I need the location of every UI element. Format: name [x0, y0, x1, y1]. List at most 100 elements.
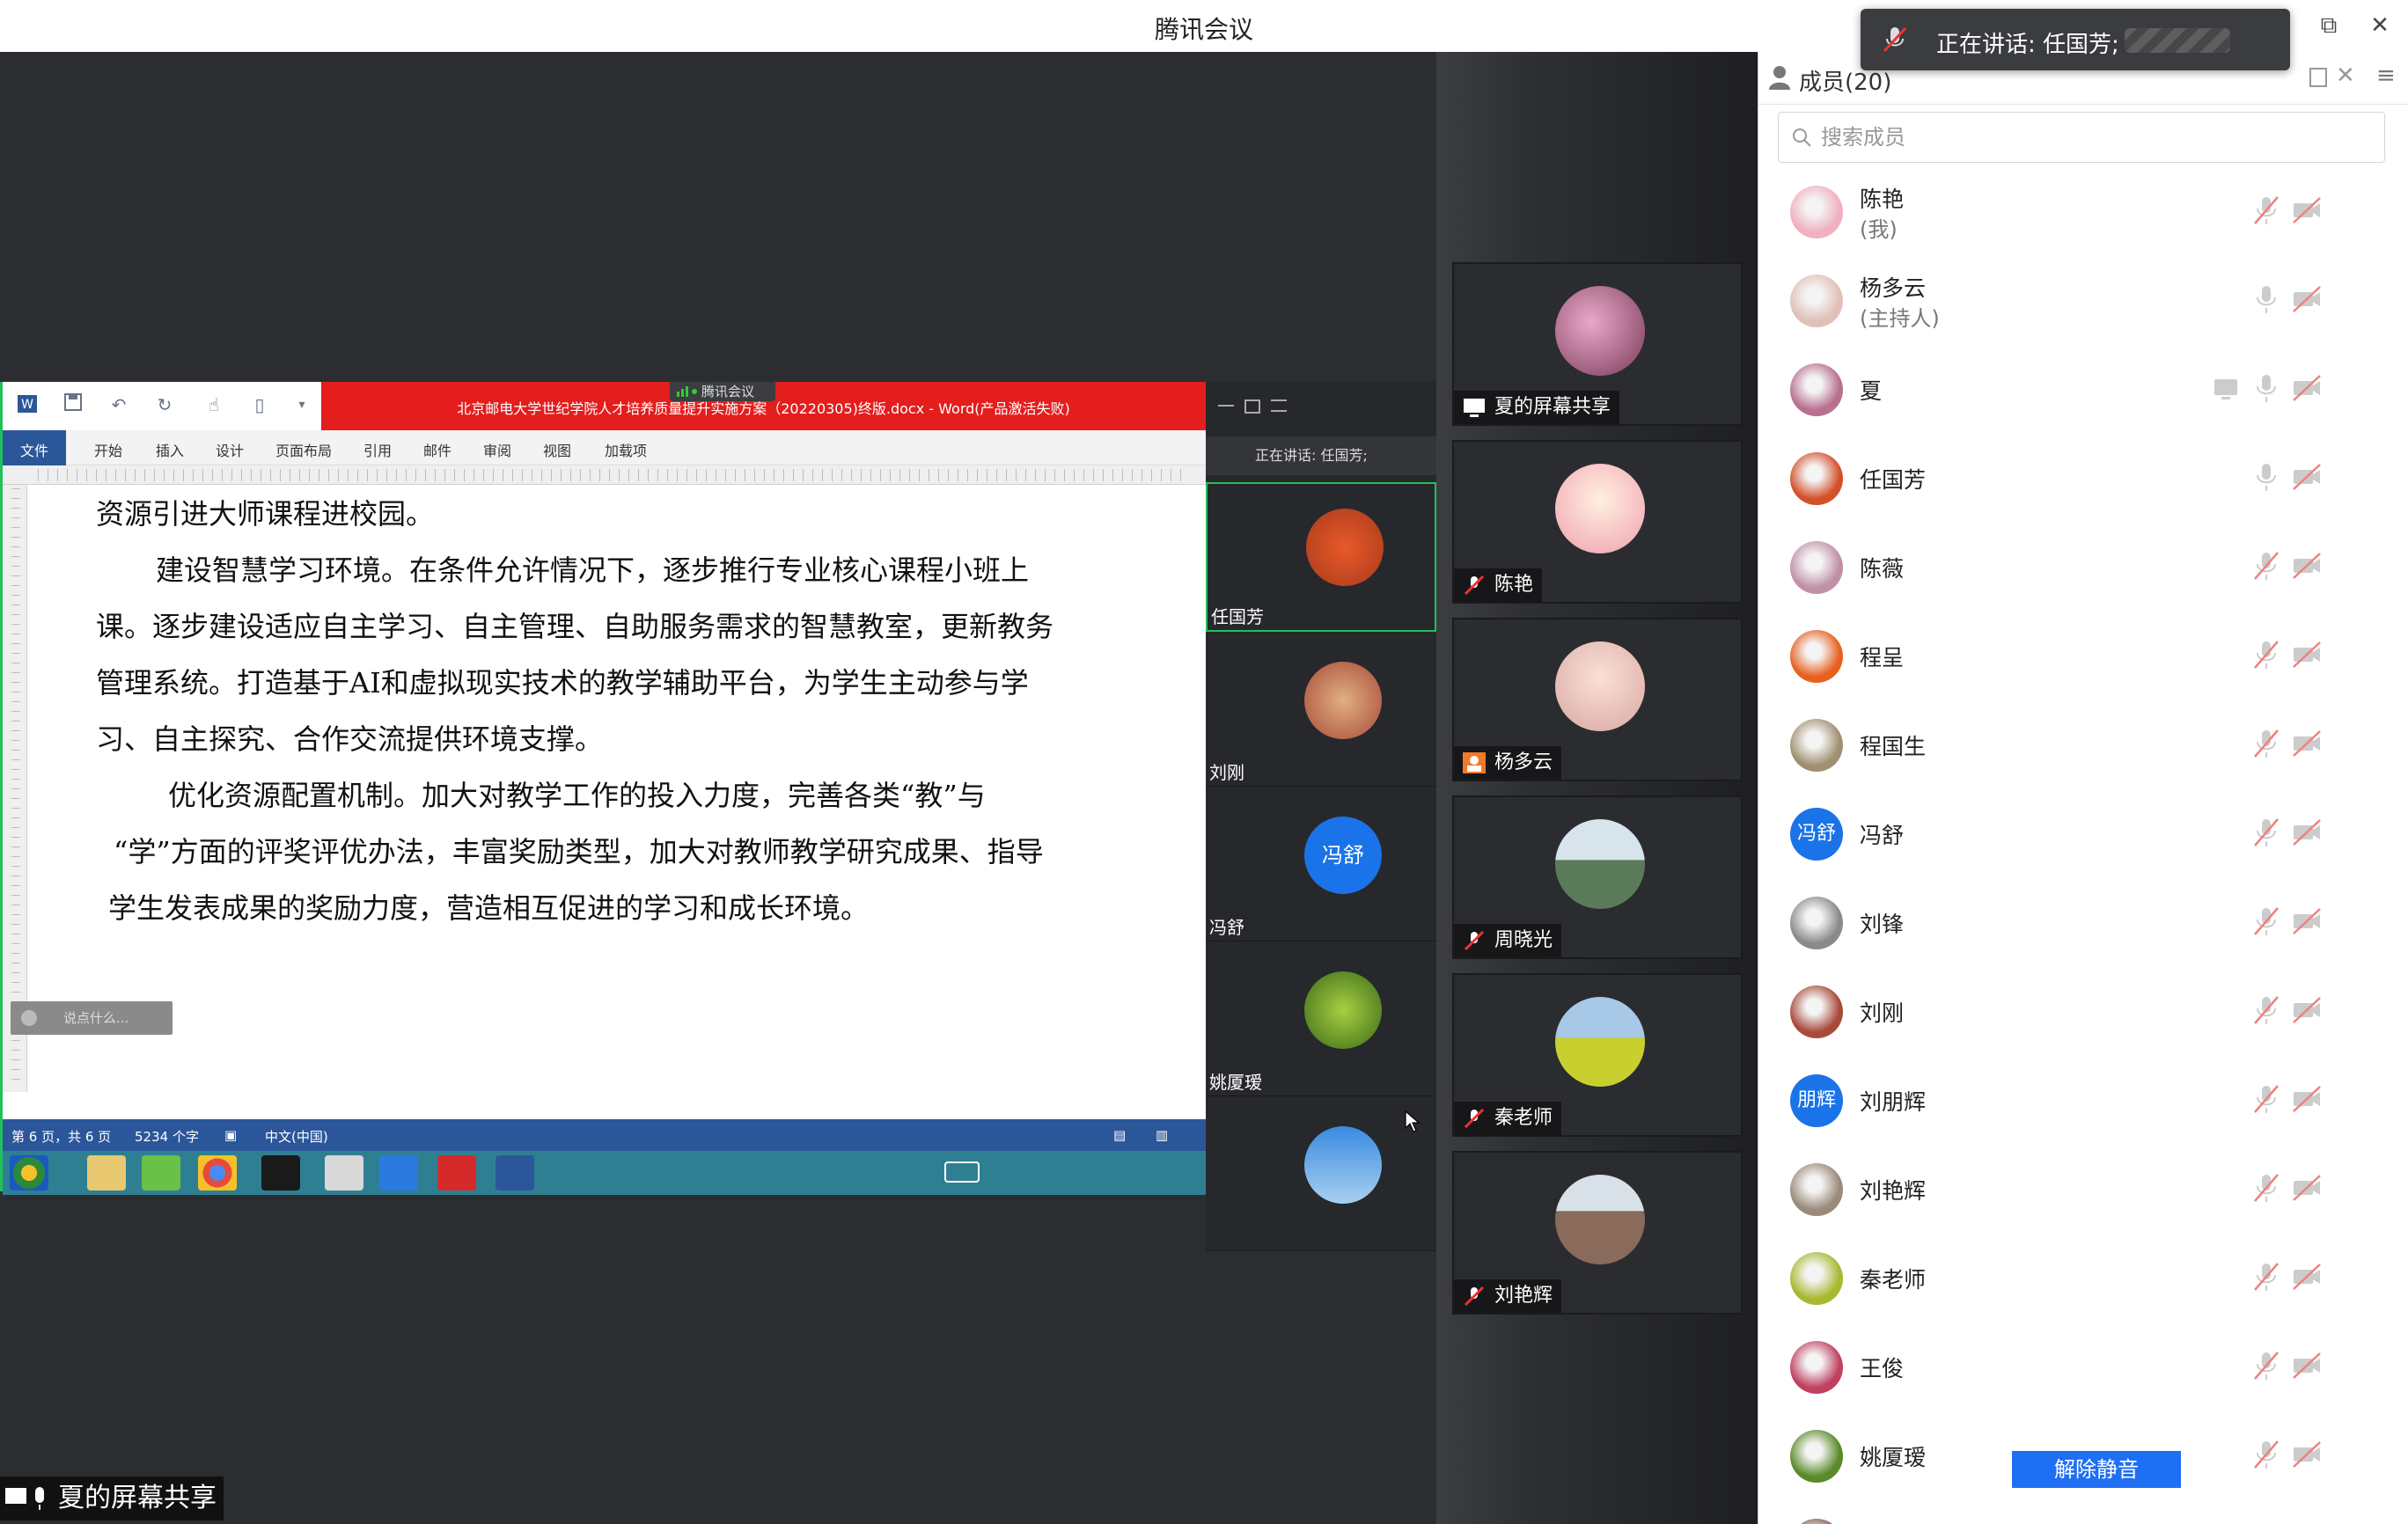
tab-design[interactable]: 设计 [216, 439, 244, 460]
tencent-meeting-icon[interactable] [379, 1155, 418, 1191]
video-tile[interactable]: 杨多云 [1452, 618, 1743, 781]
mic-muted-icon[interactable] [2251, 639, 2281, 670]
tab-addins[interactable]: 加载项 [605, 439, 647, 460]
camera-off-icon[interactable] [2292, 639, 2322, 670]
restore-icon[interactable]: ⧉ [2311, 11, 2346, 40]
member-row[interactable]: 程呈 [1758, 616, 2408, 693]
maximize-icon[interactable] [1244, 399, 1260, 414]
file-explorer-icon[interactable] [87, 1155, 126, 1191]
member-row[interactable]: 王俊 [1758, 1327, 2408, 1404]
mic-icon[interactable] [2251, 461, 2281, 493]
camera-off-icon[interactable] [2292, 283, 2322, 315]
acrobat-icon[interactable] [437, 1155, 476, 1191]
mic-muted-icon[interactable] [2251, 817, 2281, 848]
camera-off-icon[interactable] [2292, 1083, 2322, 1115]
member-row[interactable]: 刘艳辉 [1758, 1149, 2408, 1227]
horizontal-ruler[interactable] [3, 465, 1206, 485]
camera-off-icon[interactable] [2292, 1439, 2322, 1470]
gallery-tile[interactable]: 冯舒 冯舒 [1206, 792, 1436, 942]
mic-icon[interactable] [2251, 283, 2281, 315]
mic-muted-icon[interactable] [2251, 1350, 2281, 1381]
more-menu-icon[interactable]: ≡ [2376, 62, 2396, 89]
video-tile[interactable]: 秦老师 [1452, 973, 1743, 1137]
video-tile[interactable]: 刘艳辉 [1452, 1151, 1743, 1315]
tab-insert[interactable]: 插入 [156, 439, 184, 460]
chrome-icon[interactable] [198, 1155, 237, 1191]
close-icon[interactable]: ✕ [2362, 11, 2397, 40]
camera-off-icon[interactable] [2292, 905, 2322, 937]
mic-icon[interactable] [2251, 372, 2281, 404]
member-row[interactable]: 陈薇 [1758, 527, 2408, 604]
tab-review[interactable]: 审阅 [483, 439, 511, 460]
camera-off-icon[interactable] [2292, 1261, 2322, 1293]
member-search[interactable] [1778, 112, 2385, 163]
gallery-tile[interactable]: 姚厦瑷 [1206, 947, 1436, 1096]
member-row[interactable]: 夏 [1758, 349, 2408, 427]
mic-muted-icon[interactable] [2251, 1439, 2281, 1470]
video-tile[interactable]: 陈艳 [1452, 440, 1743, 604]
comment-input[interactable]: 说点什么... [11, 1001, 173, 1035]
member-row[interactable]: 秦老师 [1758, 1238, 2408, 1315]
tab-view[interactable]: 视图 [543, 439, 571, 460]
print-layout-icon[interactable]: ▥ [1156, 1127, 1168, 1143]
minimize-icon[interactable] [1218, 405, 1234, 407]
unmute-button[interactable]: 解除静音 [2012, 1451, 2181, 1488]
start-button[interactable] [10, 1155, 48, 1191]
save-icon[interactable] [61, 392, 85, 417]
camera-off-icon[interactable] [2292, 372, 2322, 404]
screen-share-label[interactable]: 夏的屏幕共享 [0, 1476, 224, 1520]
proofing-icon[interactable]: ▣ [224, 1127, 237, 1143]
gallery-tile[interactable]: 刘刚 [1206, 637, 1436, 787]
camera-off-icon[interactable] [2292, 817, 2322, 848]
terminal-icon[interactable] [261, 1155, 300, 1191]
tab-mailings[interactable]: 邮件 [423, 439, 452, 460]
wechat-icon[interactable] [142, 1155, 180, 1191]
word-taskbar-icon[interactable] [496, 1155, 534, 1191]
close-panel-icon[interactable]: ✕ [2336, 62, 2355, 89]
camera-off-icon[interactable] [2292, 728, 2322, 759]
mic-muted-icon[interactable] [2251, 1172, 2281, 1204]
new-doc-icon[interactable]: ▯ [247, 392, 272, 417]
member-row[interactable]: 朋辉 刘朋辉 [1758, 1060, 2408, 1138]
emoji-icon[interactable] [21, 1010, 37, 1026]
tab-layout[interactable]: 页面布局 [275, 439, 332, 460]
member-row[interactable]: 杨多云 (主持人) [1758, 260, 2408, 338]
gallery-tile[interactable]: 任国芳 [1206, 482, 1436, 632]
camera-off-icon[interactable] [2292, 461, 2322, 493]
tencent-share-tag[interactable]: 腾讯会议 [670, 382, 775, 401]
camera-off-icon[interactable] [2292, 194, 2322, 226]
member-row[interactable]: 刘刚 [1758, 971, 2408, 1049]
tab-references[interactable]: 引用 [363, 439, 392, 460]
member-row[interactable]: 刘锋 [1758, 883, 2408, 960]
member-row[interactable]: 陈艳 (我) [1758, 172, 2408, 249]
camera-off-icon[interactable] [2292, 1172, 2322, 1204]
video-tile[interactable]: 周晓光 [1452, 795, 1743, 959]
menu-icon[interactable] [1271, 399, 1287, 412]
mic-muted-icon[interactable] [2251, 994, 2281, 1026]
keyboard-icon[interactable] [944, 1161, 980, 1183]
pop-out-icon[interactable] [2309, 68, 2327, 87]
member-row[interactable]: 任国芳 [1758, 438, 2408, 516]
mic-muted-icon[interactable] [2251, 1083, 2281, 1115]
member-row[interactable]: 张老师 [1758, 1505, 2408, 1524]
mic-muted-icon[interactable] [2251, 728, 2281, 759]
tab-home[interactable]: 开始 [94, 439, 122, 460]
member-search-input[interactable] [1821, 121, 2367, 153]
member-row[interactable]: 冯舒 冯舒 [1758, 794, 2408, 871]
document-body[interactable]: 资源引进大师课程进校园。 建设智慧学习环境。在条件允许情况下，逐步推行专业核心课… [29, 485, 1206, 1092]
mic-muted-icon[interactable] [2251, 194, 2281, 226]
python-icon[interactable] [325, 1155, 363, 1191]
touch-mode-icon[interactable]: ☝ [202, 392, 226, 417]
camera-off-icon[interactable] [2292, 994, 2322, 1026]
mic-muted-icon[interactable] [2251, 905, 2281, 937]
member-row[interactable]: 程国生 [1758, 705, 2408, 782]
camera-off-icon[interactable] [2292, 550, 2322, 582]
tab-file[interactable]: 文件 [3, 430, 67, 465]
mic-muted-icon[interactable] [2251, 550, 2281, 582]
redo-icon[interactable]: ↻ [152, 392, 177, 417]
camera-off-icon[interactable] [2292, 1350, 2322, 1381]
undo-icon[interactable]: ↶ [106, 392, 131, 417]
gallery-tile[interactable] [1206, 1102, 1436, 1251]
video-tile[interactable]: 夏的屏幕共享 [1452, 262, 1743, 426]
customize-qat-icon[interactable]: ▾ [290, 392, 314, 417]
